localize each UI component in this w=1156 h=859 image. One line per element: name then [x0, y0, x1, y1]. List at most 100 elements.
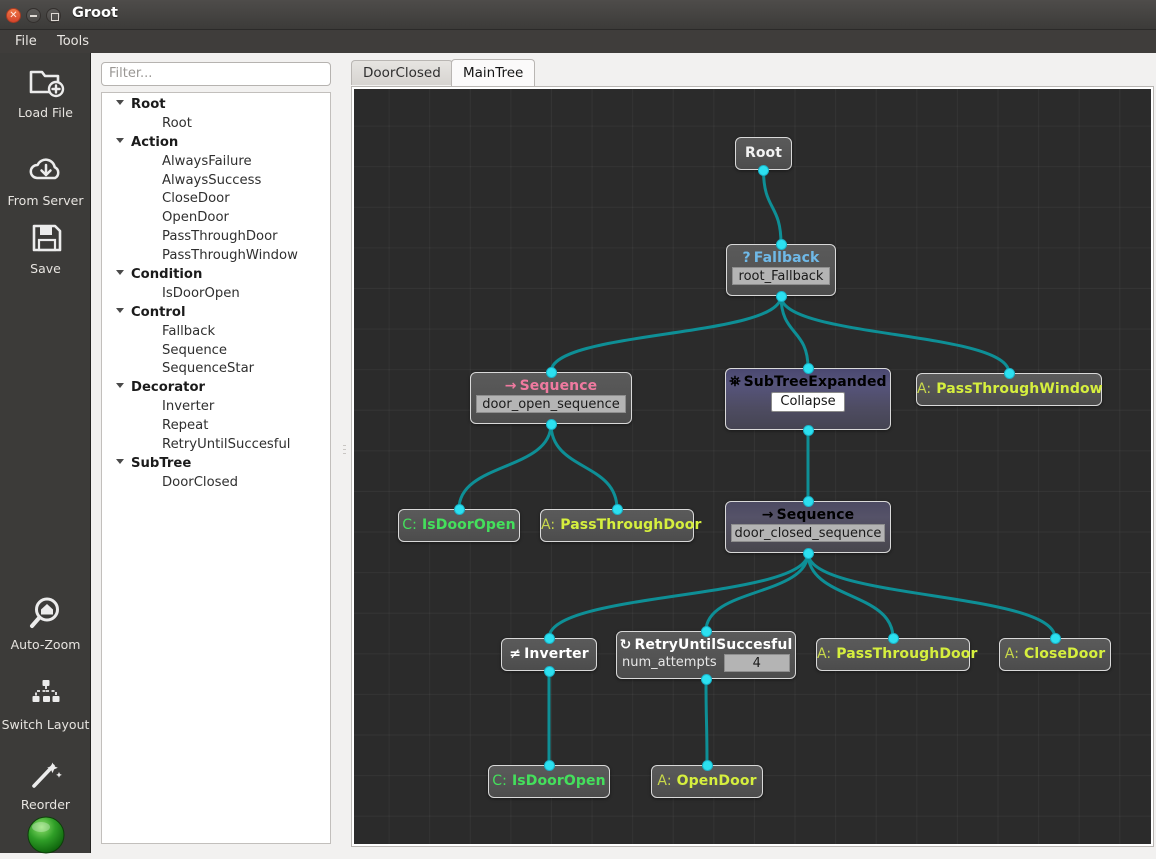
tree-leaf-item[interactable]: OpenDoor — [102, 209, 330, 228]
node-instance-name[interactable]: root_Fallback — [732, 267, 830, 285]
tree-leaf-label: AlwaysFailure — [162, 153, 252, 169]
reorder-button[interactable]: Reorder — [0, 753, 91, 812]
node-input-port[interactable] — [775, 238, 787, 250]
node-type-tree[interactable]: Root Root Action AlwaysFailure AlwaysSuccess… — [101, 92, 331, 844]
tree-category[interactable]: Control — [102, 304, 330, 323]
chevron-down-icon[interactable] — [116, 307, 124, 313]
node-prefix: A: — [817, 646, 832, 662]
node-output-port[interactable] — [543, 665, 555, 677]
tree-leaf-item[interactable]: Repeat — [102, 417, 330, 436]
node-title-text: OpenDoor — [676, 773, 757, 789]
graph-node-retry[interactable]: ↻ RetryUntilSuccesful num_attempts 4 — [616, 631, 796, 679]
node-instance-name[interactable]: door_open_sequence — [476, 395, 626, 413]
chevron-down-icon[interactable] — [116, 458, 124, 464]
behavior-tree-canvas[interactable]: Root? Fallback root_Fallback → Sequence door_… — [354, 89, 1151, 844]
tree-leaf-item[interactable]: Root — [102, 115, 330, 134]
tree-category[interactable]: Condition — [102, 266, 330, 285]
node-title-text: PassThroughDoor — [836, 646, 978, 662]
auto-zoom-button[interactable]: Auto-Zoom — [0, 593, 91, 652]
graph-node-subtree[interactable]: ⛯ SubTreeExpanded Collapse — [725, 368, 891, 430]
node-prefix: A: — [1004, 646, 1020, 662]
tree-leaf-item[interactable]: Fallback — [102, 323, 330, 342]
node-input-port[interactable] — [1049, 632, 1061, 644]
tree-leaf-item[interactable]: IsDoorOpen — [102, 285, 330, 304]
from-server-button[interactable]: From Server — [0, 149, 91, 208]
graph-node-seq_open[interactable]: → Sequence door_open_sequence — [470, 372, 632, 424]
node-input-port[interactable] — [543, 632, 555, 644]
node-output-port[interactable] — [802, 547, 814, 559]
tree-category-label: Control — [131, 304, 186, 320]
node-input-port[interactable] — [543, 759, 555, 771]
tree-leaf-item[interactable]: PassThroughDoor — [102, 228, 330, 247]
switch-layout-button[interactable]: Switch Layout — [0, 673, 91, 732]
tree-leaf-label: Repeat — [162, 418, 209, 434]
tree-leaf-item[interactable]: PassThroughWindow — [102, 247, 330, 266]
tree-leaf-item[interactable]: CloseDoor — [102, 190, 330, 209]
node-title-text: PassThroughDoor — [560, 517, 702, 533]
window-titlebar: ✕ Groot — [0, 0, 1156, 30]
magic-wand-icon — [0, 753, 91, 795]
chevron-down-icon[interactable] — [116, 100, 124, 105]
tree-category-label: Action — [131, 134, 179, 150]
tree-leaf-item[interactable]: AlwaysSuccess — [102, 172, 330, 191]
node-output-port[interactable] — [700, 673, 712, 685]
node-input-port[interactable] — [545, 366, 557, 378]
menu-tools[interactable]: Tools — [50, 33, 96, 50]
node-input-port[interactable] — [802, 362, 814, 374]
tree-leaf-item[interactable]: DoorClosed — [102, 474, 330, 493]
filter-input[interactable]: Filter... — [101, 62, 331, 86]
tree-leaf-item[interactable]: AlwaysFailure — [102, 153, 330, 172]
node-input-port[interactable] — [701, 759, 713, 771]
editor-panel: DoorClosed MainTree Root? Fallback root_Fa… — [349, 53, 1156, 853]
close-button[interactable]: ✕ — [6, 8, 21, 23]
maximize-button[interactable] — [46, 8, 61, 23]
tree-leaf-label: DoorClosed — [162, 474, 239, 490]
graph-node-fallback[interactable]: ? Fallback root_Fallback — [726, 244, 836, 296]
node-type-glyph-icon: ? — [742, 250, 751, 266]
tree-leaf-label: Fallback — [162, 323, 216, 339]
node-parameter-value[interactable]: 4 — [723, 654, 790, 672]
node-instance-name[interactable]: door_closed_sequence — [731, 524, 885, 542]
panel-splitter[interactable] — [340, 53, 349, 853]
node-prefix: A: — [917, 381, 932, 397]
tree-leaf-item[interactable]: Inverter — [102, 398, 330, 417]
node-collapse-button[interactable]: Collapse — [771, 392, 845, 412]
tree-leaf-item[interactable]: Sequence — [102, 342, 330, 361]
node-output-port[interactable] — [758, 164, 769, 176]
tree-leaf-item[interactable]: SequenceStar — [102, 360, 330, 379]
chevron-down-icon[interactable] — [116, 270, 124, 276]
tab-maintree[interactable]: MainTree — [451, 59, 536, 86]
graph-edge — [549, 423, 619, 510]
green-status-orb-button[interactable] — [0, 815, 91, 859]
node-title-text: Sequence — [776, 507, 855, 523]
tree-category[interactable]: Decorator — [102, 379, 330, 398]
menu-file[interactable]: File — [8, 33, 44, 50]
save-button[interactable]: Save — [0, 217, 91, 276]
graph-node-seq_closed[interactable]: → Sequence door_closed_sequence — [725, 501, 891, 553]
node-output-port[interactable] — [545, 418, 557, 430]
tree-category[interactable]: SubTree — [102, 455, 330, 474]
node-output-port[interactable] — [775, 290, 787, 302]
tab-doorclosed[interactable]: DoorClosed — [351, 60, 453, 85]
tree-leaf-item[interactable]: RetryUntilSuccesful — [102, 436, 330, 455]
chevron-down-icon[interactable] — [116, 137, 124, 143]
node-input-port[interactable] — [700, 625, 712, 637]
node-input-port[interactable] — [611, 503, 623, 515]
tree-leaf-label: SequenceStar — [162, 361, 255, 377]
graph-edge — [549, 295, 783, 373]
auto-zoom-label: Auto-Zoom — [10, 637, 81, 652]
node-output-port[interactable] — [802, 424, 814, 436]
tree-category[interactable]: Action — [102, 134, 330, 153]
graph-canvas-frame: Root? Fallback root_Fallback → Sequence door_… — [351, 86, 1154, 847]
node-input-port[interactable] — [887, 632, 899, 644]
node-type-glyph-icon: ≠ — [509, 646, 522, 662]
node-input-port[interactable] — [453, 503, 465, 515]
node-input-port[interactable] — [802, 495, 814, 507]
tree-category[interactable]: Root — [102, 96, 330, 115]
load-file-button[interactable]: Load File — [0, 61, 91, 120]
node-input-port[interactable] — [1003, 367, 1015, 379]
minimize-button[interactable] — [26, 8, 41, 23]
chevron-down-icon[interactable] — [116, 383, 124, 389]
node-parameter-row: num_attempts 4 — [622, 654, 790, 672]
node-prefix: C: — [492, 773, 507, 789]
